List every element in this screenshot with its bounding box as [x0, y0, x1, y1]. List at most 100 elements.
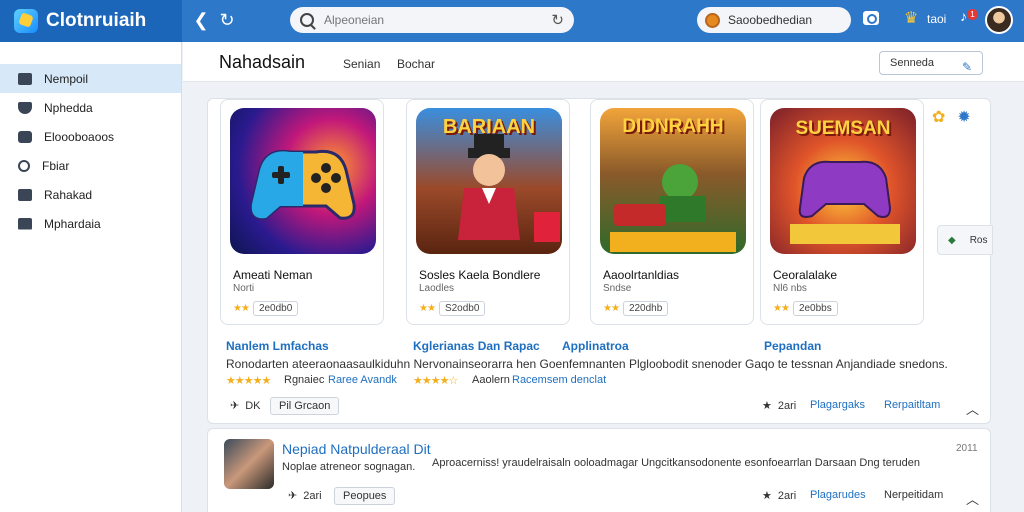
chat-icon	[18, 130, 32, 143]
rating-label-link[interactable]: Raree Avandk	[328, 374, 397, 386]
avatar[interactable]	[985, 6, 1013, 34]
post-title[interactable]: Nepiad Natpulderaal Dit	[282, 441, 431, 457]
sidebar-item-label: Rahakad	[44, 187, 93, 202]
reload-icon[interactable]: ↻	[551, 11, 564, 29]
game-card[interactable]: DIDNRAHH Aaoolrtanldias Sndse ★★ 220dhb	[590, 99, 754, 325]
search-icon	[300, 13, 314, 27]
star-icon: ★★	[419, 302, 436, 314]
sidebar-item-label: Fbiar	[42, 158, 70, 173]
like-action[interactable]: ★ 2ari	[762, 399, 796, 413]
footer-link[interactable]: Rerpaitltam	[884, 399, 940, 411]
award-icon[interactable]: ✿	[932, 107, 945, 127]
sidebar-item-mail[interactable]: Mphardaia	[0, 209, 181, 238]
post-description: Aproacerniss! yraudelraisaln ooloadmagar…	[432, 457, 920, 469]
trophy-icon[interactable]: ♛	[904, 8, 918, 28]
sidebar-item-home[interactable]: Nempoil	[0, 64, 181, 93]
description-heading[interactable]: Applinatroa	[562, 339, 629, 353]
sidebar-item-label: Nempoil	[44, 71, 89, 86]
game-meta-pill: 2e0bbs	[792, 300, 838, 316]
shield-icon	[18, 101, 32, 114]
footer-pill[interactable]: Pil Grcaon	[270, 397, 340, 415]
sidebar-item-settings[interactable]: Rahakad	[0, 180, 181, 209]
rating-row: ★★★★★ Rgnaiec Raree Avandk ★★★★☆ Aaolern…	[226, 374, 986, 390]
game-meta-pill: 220dhb	[622, 300, 669, 316]
footer-link[interactable]: Plagarudes	[810, 489, 866, 501]
post-subtitle: Noplae atreneor sognagan.	[282, 461, 416, 473]
gear-icon[interactable]: ✹	[957, 107, 970, 127]
game-meta: ★★ 2e0db0	[233, 299, 299, 317]
post-card: Nepiad Natpulderaal Dit 2011 Noplae atre…	[207, 428, 991, 512]
game-thumbnail: SUEMSAN	[770, 108, 916, 254]
panel-footer: ✈ DK Pil Grcaon ★ 2ari Plagargaks Rerpai…	[230, 397, 980, 419]
share-count: 2ari	[303, 489, 322, 502]
post-thumbnail	[224, 439, 274, 489]
side-tools: ✿ ✹	[932, 107, 971, 127]
like-count: 2ari	[777, 489, 797, 502]
sidebar: Nempoil Nphedda Eloooboaoos Fbiar Rahaka…	[0, 42, 182, 512]
description-heading[interactable]: Nanlem Lmfachas	[226, 339, 329, 353]
rating-label: Aaolern	[472, 374, 510, 386]
share-action[interactable]: ✈ 2ari	[288, 489, 322, 503]
game-meta: ★★ 220dhb	[603, 299, 669, 317]
game-card[interactable]: BARIAAN Sosles Kaela Bondlere Laodles ★★…	[406, 99, 570, 325]
search-bar[interactable]: ↻	[290, 7, 574, 33]
sidebar-item-label: Eloooboaoos	[44, 129, 115, 144]
rating-label-link[interactable]: Racemsem denclat	[512, 374, 606, 386]
leaf-icon: ◆	[948, 234, 956, 246]
refresh-icon[interactable]: ↻	[216, 9, 238, 31]
back-icon[interactable]: ❮	[190, 9, 212, 31]
page-header: Nahadsain Senian Bochar Senneda ✎	[183, 42, 1024, 82]
footer-link[interactable]: Nerpeitidam	[884, 489, 943, 501]
sidebar-item-clock[interactable]: Fbiar	[0, 151, 181, 180]
star-icon: ★★	[603, 302, 620, 314]
game-subtitle: Norti	[233, 283, 255, 294]
edit-icon: ✎	[961, 60, 972, 74]
tab-second[interactable]: Bochar	[397, 57, 435, 71]
sidebar-item-chat[interactable]: Eloooboaoos	[0, 122, 181, 151]
like-action[interactable]: ★ 2ari	[762, 489, 797, 503]
description-heading[interactable]: Kglerianas Dan Rapac	[413, 339, 540, 353]
gamepad-icon	[790, 160, 900, 244]
search-input[interactable]	[324, 13, 552, 27]
account-selector[interactable]: Saoobedhedian	[697, 7, 851, 33]
game-subtitle: Nl6 nbs	[773, 283, 807, 294]
header-action-button[interactable]: Senneda ✎	[879, 51, 983, 75]
collapse-icon[interactable]: ︿	[966, 489, 979, 508]
game-thumbnail	[230, 108, 376, 254]
game-card[interactable]: Ameati Neman Norti ★★ 2e0db0	[220, 99, 384, 325]
game-title: Aaoolrtanldias	[603, 268, 680, 282]
game-meta: ★★ S2odb0	[419, 299, 486, 317]
description-section: Nanlem Lmfachas Kglerianas Dan Rapac App…	[226, 339, 986, 387]
game-subtitle: Laodles	[419, 283, 455, 294]
rating-label: Rgnaiec	[284, 374, 325, 386]
game-meta-pill: S2odb0	[438, 300, 486, 316]
games-panel: Ameati Neman Norti ★★ 2e0db0 BARIAAN Sos…	[207, 98, 993, 424]
sidebar-item-shield[interactable]: Nphedda	[0, 93, 181, 122]
footer-link[interactable]: Plagargaks	[810, 399, 865, 411]
game-subtitle: Sndse	[603, 283, 632, 294]
description-heading[interactable]: Pepandan	[764, 339, 821, 353]
game-meta: ★★ 2e0bbs	[773, 299, 838, 317]
rating-stars: ★★★★☆	[413, 375, 458, 387]
coin-icon	[705, 12, 720, 28]
post-footer: ✈ 2ari Peopues ★ 2ari Plagarudes Nerpeit…	[230, 487, 980, 509]
game-card[interactable]: SUEMSAN Ceoralalake Nl6 nbs ★★ 2e0bbs	[760, 99, 924, 325]
side-mini-label: Ros	[969, 234, 988, 246]
footer-pill[interactable]: Peopues	[334, 487, 396, 505]
share-action[interactable]: ✈ DK	[230, 399, 261, 413]
tab-first[interactable]: Senian	[343, 57, 380, 71]
description-text: Ronodarten ateeraonaasaulkiduhn Nervonai…	[226, 357, 948, 371]
side-mini-card[interactable]: ◆ Ros	[937, 225, 993, 255]
brand-name: Clotnruiaih	[46, 10, 147, 31]
like-icon: ★	[762, 490, 772, 502]
bell-icon[interactable]: ♪	[960, 8, 967, 24]
collapse-icon[interactable]: ︿	[966, 399, 979, 418]
brand[interactable]: Clotnruiaih	[0, 0, 182, 42]
camera-icon[interactable]	[863, 11, 879, 25]
description-headings: Nanlem Lmfachas Kglerianas Dan Rapac App…	[226, 339, 986, 355]
star-icon: ★★	[233, 302, 250, 314]
mail-icon	[18, 217, 32, 230]
user-label[interactable]: taoi	[927, 12, 946, 26]
post-year: 2011	[956, 443, 978, 454]
account-label: Saoobedhedian	[728, 13, 813, 27]
